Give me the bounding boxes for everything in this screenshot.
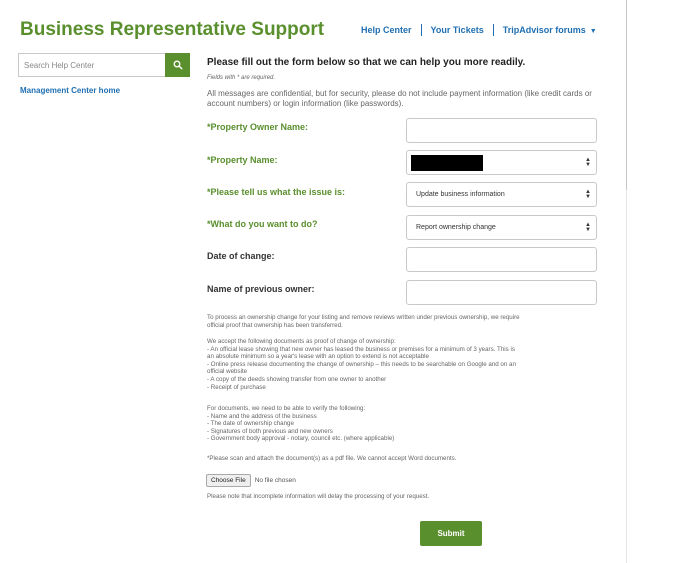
issue-select[interactable]: Update business information ▲ ▼ — [406, 182, 597, 207]
search-box — [18, 53, 190, 77]
search-icon — [173, 60, 183, 70]
file-status: No file chosen — [254, 477, 296, 484]
action-select[interactable]: Report ownership change ▲ ▼ — [406, 215, 597, 240]
scan-note-text: *Please scan and attach the document(s) … — [207, 455, 457, 462]
property-name-label: *Property Name: — [207, 155, 278, 165]
file-upload: Choose File No file chosen — [206, 474, 296, 487]
select-arrows-icon: ▲ ▼ — [585, 157, 591, 168]
list-item: - Receipt of purchase — [207, 383, 266, 391]
confidential-note: All messages are confidential, but for s… — [207, 89, 592, 108]
top-nav: Help Center Your Tickets TripAdvisor for… — [361, 24, 597, 36]
nav-help-center[interactable]: Help Center — [361, 25, 412, 35]
accepted-documents: We accept the following documents as pro… — [207, 338, 603, 391]
incomplete-note-text: Please note that incomplete information … — [207, 493, 430, 500]
previous-owner-field — [406, 280, 597, 305]
intro-line: To process an ownership change for your … — [207, 314, 520, 321]
incomplete-note: Please note that incomplete information … — [207, 493, 603, 501]
owner-name-field — [406, 118, 597, 143]
page-title: Business Representative Support — [20, 19, 325, 40]
previous-owner-label: Name of previous owner: — [207, 284, 315, 294]
nav-your-tickets[interactable]: Your Tickets — [431, 25, 484, 35]
form-heading: Please fill out the form below so that w… — [207, 57, 526, 68]
list-item: - Online press release documenting the c… — [207, 360, 516, 368]
nav-forums-label: TripAdvisor forums — [502, 25, 586, 35]
list-item: - An official lease showing that new own… — [207, 345, 515, 353]
previous-owner-input[interactable] — [407, 281, 596, 304]
search-button[interactable] — [165, 53, 190, 77]
required-note: Fields with * are required. — [207, 75, 276, 81]
action-select-value: Report ownership change — [416, 224, 496, 231]
select-arrows-icon: ▲ ▼ — [585, 222, 591, 233]
management-center-link[interactable]: Management Center home — [20, 86, 120, 95]
owner-name-label: *Property Owner Name: — [207, 122, 309, 132]
nav-divider — [420, 24, 422, 36]
submit-button[interactable]: Submit — [420, 521, 482, 546]
verify-title: For documents, we need to be able to ver… — [207, 405, 366, 412]
list-item: - Name and the address of the business — [207, 412, 317, 420]
scan-note: *Please scan and attach the document(s) … — [207, 455, 603, 463]
search-input[interactable] — [19, 54, 167, 76]
list-item: - A copy of the deeds showing transfer f… — [207, 375, 387, 383]
ownership-intro: To process an ownership change for your … — [207, 314, 603, 329]
list-item: - The date of ownership change — [207, 420, 294, 428]
list-item: - Signatures of both previous and new ow… — [207, 427, 333, 435]
intro-line: official proof that ownership has been t… — [207, 321, 343, 329]
nav-divider — [492, 24, 494, 36]
issue-select-value: Update business information — [416, 191, 505, 198]
list-item: official website — [207, 368, 248, 376]
list-item: an absolute minimum so a year's lease wi… — [207, 353, 429, 361]
issue-label: *Please tell us what the issue is: — [207, 187, 346, 197]
date-change-label: Date of change: — [207, 251, 275, 261]
date-change-input[interactable] — [407, 248, 596, 271]
redacted-value — [411, 155, 483, 171]
property-name-select[interactable]: ▲ ▼ — [406, 150, 597, 175]
scrollbar-track[interactable] — [626, 0, 627, 190]
select-arrows-icon: ▲ ▼ — [585, 189, 591, 200]
accepted-title: We accept the following documents as pro… — [207, 338, 396, 345]
chevron-down-icon: ▼ — [589, 28, 597, 35]
choose-file-button[interactable]: Choose File — [206, 474, 251, 487]
owner-name-input[interactable] — [407, 119, 596, 142]
verification-requirements: For documents, we need to be able to ver… — [207, 405, 603, 443]
date-change-field — [406, 247, 597, 272]
action-label: *What do you want to do? — [207, 219, 318, 229]
nav-forums[interactable]: TripAdvisor forums ▼ — [503, 25, 597, 35]
list-item: - Government body approval - notary, cou… — [207, 435, 395, 443]
